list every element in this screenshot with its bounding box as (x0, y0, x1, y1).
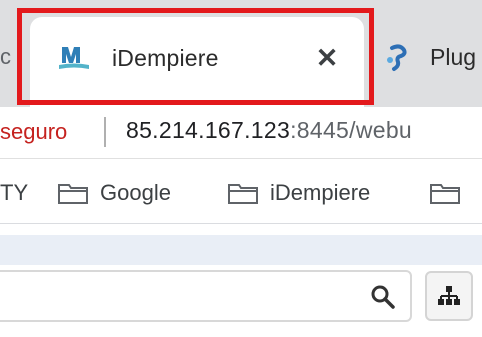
idempiere-logo-icon (59, 47, 89, 69)
address-separator (104, 117, 106, 147)
header-band (0, 235, 482, 265)
address-bar[interactable]: seguro 85.214.167.123:8445/webu (0, 107, 482, 159)
bookmark-fragment[interactable]: TY (0, 180, 28, 206)
tree-structure-icon (438, 286, 460, 305)
tree-menu-button[interactable] (425, 271, 473, 321)
bookmark-idempiere[interactable]: iDempiere (228, 178, 370, 208)
tab-strip: c iDempiere ✕ Plug (0, 0, 482, 107)
previous-tab-fragment[interactable]: c (0, 44, 11, 70)
search-icon[interactable] (370, 284, 396, 310)
bookmark-google[interactable]: Google (58, 178, 171, 208)
search-input[interactable] (0, 270, 412, 322)
bookmark-label: iDempiere (270, 180, 371, 205)
bookmark-label: Google (100, 180, 171, 205)
folder-icon (228, 184, 258, 204)
bookmarks-bar: TY Google iDempiere (0, 160, 482, 224)
tab-idempiere[interactable]: iDempiere ✕ (30, 17, 364, 107)
url-field[interactable]: 85.214.167.123:8445/webu (126, 117, 412, 144)
close-tab-button[interactable]: ✕ (312, 43, 342, 73)
bookmark-folder-partial[interactable] (430, 178, 472, 208)
folder-icon (430, 184, 460, 204)
url-host: 85.214.167.123 (126, 117, 291, 143)
plugin-icon (387, 44, 407, 71)
tab-title: Plug (430, 44, 477, 70)
tab-plugins[interactable]: Plug (378, 28, 482, 88)
security-status-label[interactable]: seguro (0, 119, 67, 145)
close-icon: ✕ (315, 43, 339, 73)
page-content (0, 225, 482, 337)
folder-icon (58, 184, 88, 204)
url-path: :8445/webu (290, 117, 413, 143)
tab-title: iDempiere (112, 45, 219, 71)
